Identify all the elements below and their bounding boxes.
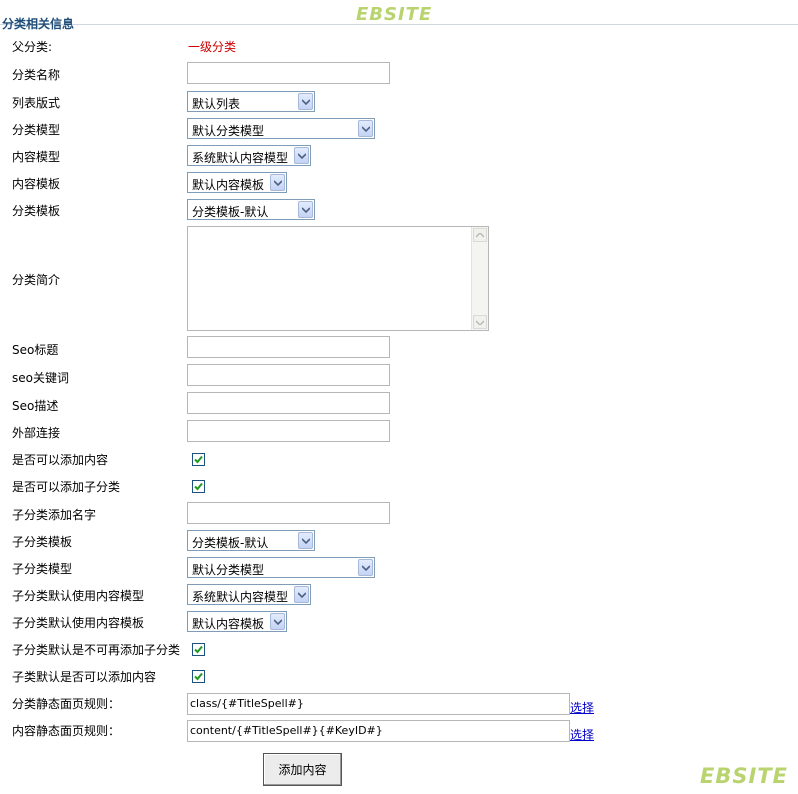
child-no-more-child-label: 子分类默认是不可再添加子分类	[12, 643, 181, 657]
chevron-down-icon[interactable]	[298, 93, 313, 110]
content-static-rule-label: 内容静态面页规则：	[12, 724, 121, 738]
class-static-rule-select-link[interactable]: 选择	[570, 699, 594, 716]
checkmark-icon	[194, 482, 203, 491]
scroll-down-icon[interactable]	[473, 315, 487, 329]
chevron-down-icon[interactable]	[358, 559, 373, 576]
content-static-rule-input[interactable]: content/{#TitleSpell#}{#KeyID#}	[187, 720, 570, 742]
seo-title-input[interactable]	[187, 336, 390, 358]
list-style-select[interactable]: 默认列表	[187, 91, 315, 112]
can-add-child-checkbox[interactable]	[192, 480, 205, 493]
ebsite-logo: EBSITE	[700, 764, 788, 788]
class-model-label: 分类模型	[12, 123, 61, 137]
chevron-down-icon[interactable]	[294, 147, 309, 164]
can-add-content-label: 是否可以添加内容	[12, 453, 109, 467]
class-static-rule-label: 分类静态面页规则：	[12, 697, 121, 711]
ebsite-logo: EBSITE	[356, 4, 433, 25]
section-title: 分类相关信息	[2, 17, 75, 31]
parent-category-label: 父分类:	[12, 40, 53, 54]
checkmark-icon	[194, 672, 203, 681]
child-template-label: 子分类模板	[12, 535, 73, 549]
child-default-content-template-select[interactable]: 默认内容模板	[187, 611, 287, 632]
seo-title-label: Seo标题	[12, 343, 59, 357]
chevron-down-icon[interactable]	[298, 532, 313, 549]
can-add-child-label: 是否可以添加子分类	[12, 480, 121, 494]
class-static-rule-input[interactable]: class/{#TitleSpell#}	[187, 693, 570, 715]
content-template-label: 内容模板	[12, 177, 61, 191]
seo-description-input[interactable]	[187, 392, 390, 414]
chevron-down-icon[interactable]	[270, 174, 285, 191]
child-default-content-template-value: 默认内容模板	[192, 617, 265, 631]
scroll-up-icon[interactable]	[473, 228, 487, 242]
child-model-select[interactable]: 默认分类模型	[187, 557, 375, 578]
child-can-add-content-checkbox[interactable]	[192, 670, 205, 683]
child-default-content-model-label: 子分类默认使用内容模型	[12, 589, 145, 603]
external-link-input[interactable]	[187, 420, 390, 442]
list-style-label: 列表版式	[12, 96, 61, 110]
intro-label: 分类简介	[12, 273, 61, 287]
child-template-select[interactable]: 分类模板-默认	[187, 530, 315, 551]
child-model-value: 默认分类模型	[192, 563, 265, 577]
content-template-select[interactable]: 默认内容模板	[187, 172, 287, 193]
chevron-down-icon[interactable]	[298, 201, 313, 218]
category-name-input[interactable]	[187, 62, 390, 84]
seo-keywords-input[interactable]	[187, 364, 390, 386]
child-no-more-child-checkbox[interactable]	[192, 643, 205, 656]
class-template-label: 分类模板	[12, 204, 61, 218]
child-template-value: 分类模板-默认	[192, 536, 269, 550]
class-model-value: 默认分类模型	[192, 124, 265, 138]
list-style-value: 默认列表	[192, 97, 241, 111]
chevron-down-icon[interactable]	[270, 613, 285, 630]
intro-textarea[interactable]	[187, 226, 489, 331]
child-default-content-model-select[interactable]: 系统默认内容模型	[187, 584, 311, 605]
class-template-select[interactable]: 分类模板-默认	[187, 199, 315, 220]
checkmark-icon	[194, 645, 203, 654]
seo-keywords-label: seo关键词	[12, 371, 69, 385]
chevron-down-icon[interactable]	[358, 120, 373, 137]
content-static-rule-select-link[interactable]: 选择	[570, 726, 594, 743]
child-can-add-content-label: 子类默认是否可以添加内容	[12, 670, 157, 684]
content-template-value: 默认内容模板	[192, 178, 265, 192]
class-template-value: 分类模板-默认	[192, 205, 269, 219]
child-default-content-template-label: 子分类默认使用内容模板	[12, 616, 145, 630]
scrollbar[interactable]	[471, 227, 488, 330]
seo-description-label: Seo描述	[12, 399, 59, 413]
category-name-label: 分类名称	[12, 68, 61, 82]
chevron-down-icon[interactable]	[294, 586, 309, 603]
checkmark-icon	[194, 455, 203, 464]
add-content-button[interactable]: 添加内容	[263, 753, 342, 786]
parent-category-value: 一级分类	[188, 40, 237, 54]
class-model-select[interactable]: 默认分类模型	[187, 118, 375, 139]
child-name-input[interactable]	[187, 502, 390, 524]
child-model-label: 子分类模型	[12, 562, 73, 576]
content-model-label: 内容模型	[12, 150, 61, 164]
can-add-content-checkbox[interactable]	[192, 453, 205, 466]
content-model-value: 系统默认内容模型	[192, 151, 289, 165]
external-link-label: 外部连接	[12, 426, 61, 440]
child-default-content-model-value: 系统默认内容模型	[192, 590, 289, 604]
content-model-select[interactable]: 系统默认内容模型	[187, 145, 311, 166]
child-name-label: 子分类添加名字	[12, 508, 97, 522]
